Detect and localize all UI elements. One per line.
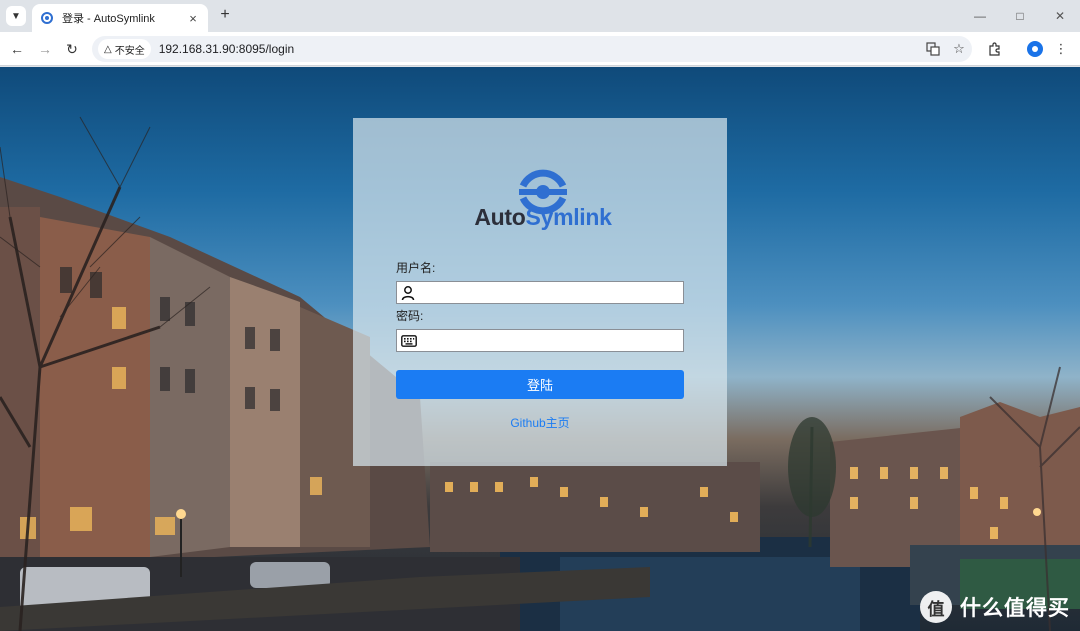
browser-toolbar: ← → ↻ △ 不安全 192.168.31.90:8095/login ☆ ⋮ [0, 32, 1080, 66]
login-button[interactable]: 登陆 [396, 370, 684, 399]
login-card: AutoSymlink 用户名: 密码: 登陆 Github主页 [353, 118, 727, 466]
forward-button[interactable]: → [34, 38, 56, 60]
maximize-button[interactable]: □ [1000, 0, 1040, 32]
address-bar[interactable]: △ 不安全 192.168.31.90:8095/login ☆ [92, 36, 972, 62]
github-link[interactable]: Github主页 [353, 414, 727, 431]
tab-strip: ▼ 登录 - AutoSymlink × + — □ ✕ [0, 0, 1080, 32]
password-label: 密码: [396, 309, 424, 323]
menu-kebab-icon[interactable]: ⋮ [1050, 38, 1072, 60]
security-indicator[interactable]: △ 不安全 [98, 39, 151, 59]
logo-text-symlink: Symlink [525, 204, 612, 230]
watermark-badge: 值 [920, 591, 952, 623]
new-tab-button[interactable]: + [216, 6, 234, 24]
autosymlink-favicon-icon [41, 12, 53, 24]
reload-icon: ↻ [66, 40, 78, 57]
security-label: 不安全 [114, 45, 145, 57]
chevron-down-icon: ▼ [11, 10, 21, 22]
url-text[interactable]: 192.168.31.90:8095/login [159, 42, 920, 56]
back-button[interactable]: ← [6, 38, 28, 60]
username-input[interactable] [419, 283, 683, 302]
profile-avatar[interactable] [1024, 38, 1046, 60]
logo-wordmark: AutoSymlink [463, 204, 623, 231]
tab-title: 登录 - AutoSymlink [62, 13, 155, 25]
username-field[interactable] [396, 281, 684, 304]
minimize-button[interactable]: — [960, 0, 1000, 32]
watermark: 值 什么值得买 [920, 591, 1070, 623]
watermark-text: 什么值得买 [960, 597, 1070, 620]
translate-icon[interactable] [920, 38, 946, 60]
tab-search-button[interactable]: ▼ [6, 6, 26, 26]
username-label: 用户名: [396, 261, 436, 275]
keyboard-icon [401, 334, 417, 347]
user-icon [401, 285, 415, 300]
page-viewport: AutoSymlink 用户名: 密码: 登陆 Github主页 值 什么值得买 [0, 67, 1080, 631]
warning-icon: △ [104, 43, 112, 55]
reload-button[interactable]: ↻ [61, 38, 83, 60]
arrow-left-icon: ← [10, 41, 24, 57]
logo-text-auto: Auto [474, 204, 526, 230]
extensions-icon[interactable] [983, 38, 1005, 60]
password-field[interactable] [396, 329, 684, 352]
profile-icon [1027, 41, 1043, 57]
close-icon[interactable]: × [186, 11, 200, 26]
arrow-right-icon: → [38, 41, 52, 57]
tab-active[interactable]: 登录 - AutoSymlink × [32, 4, 208, 32]
password-input[interactable] [421, 331, 683, 350]
window-controls: — □ ✕ [960, 0, 1080, 32]
bookmark-star-icon[interactable]: ☆ [946, 38, 972, 60]
window-close-button[interactable]: ✕ [1040, 0, 1080, 32]
